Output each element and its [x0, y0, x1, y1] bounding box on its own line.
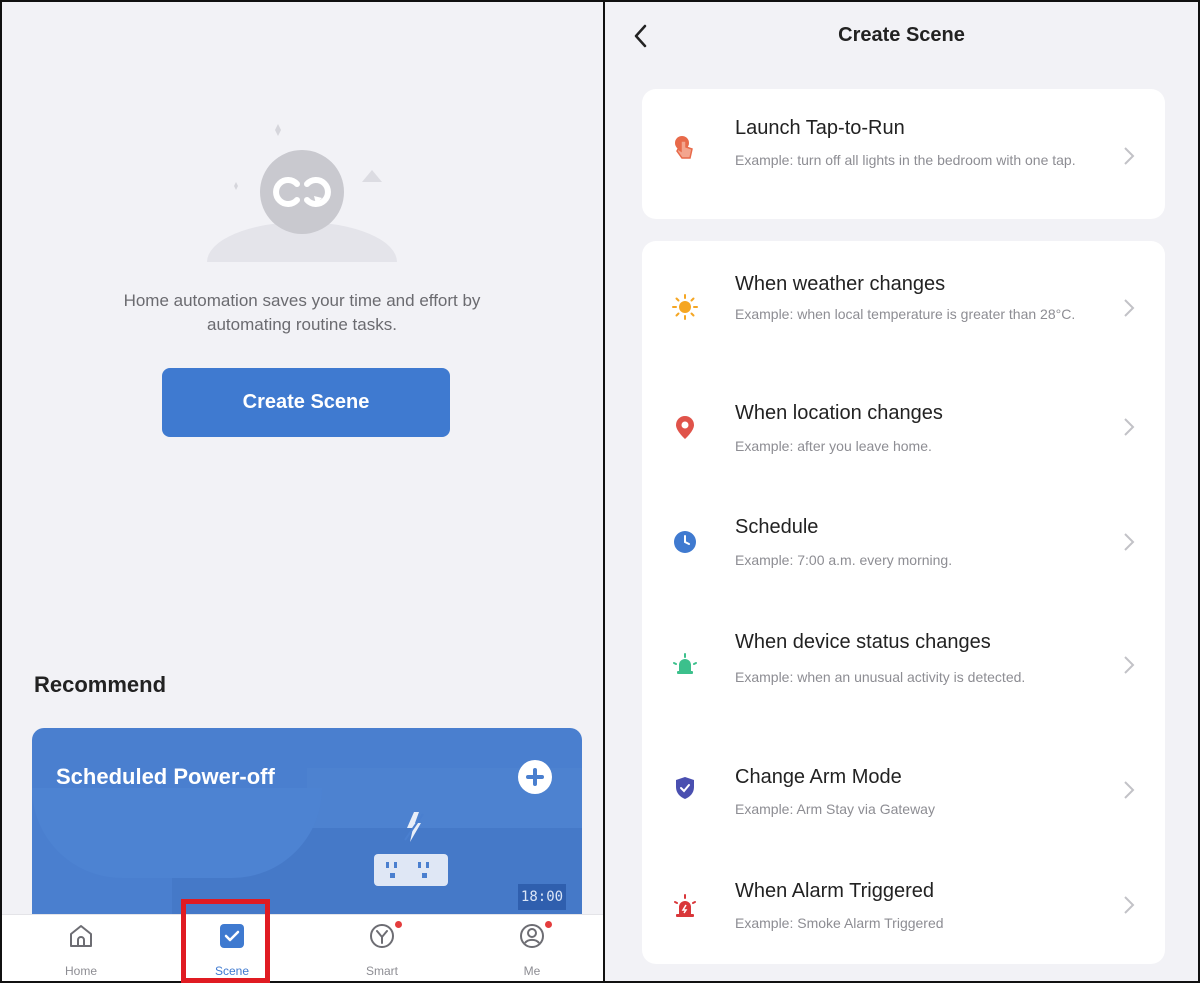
item-title: When device status changes [735, 631, 991, 653]
item-title: Schedule [735, 516, 819, 538]
item-title: Change Arm Mode [735, 766, 902, 788]
tab-home[interactable]: Home [26, 915, 136, 981]
list-item-tap-to-run[interactable]: Launch Tap-to-Run Example: turn off all … [642, 89, 1165, 219]
empty-state-line-1: Home automation saves your time and effo… [123, 291, 481, 310]
recommend-title: Recommend [34, 672, 167, 697]
recommend-card[interactable]: Scheduled Power-off 18:00 [32, 728, 582, 928]
notification-dot [544, 920, 553, 929]
alarm-icon [674, 894, 696, 917]
recommend-card-title: Scheduled Power-off [56, 764, 275, 789]
bottom-tab-bar: Home Scene Smart Me [2, 914, 603, 981]
card-decoration [32, 788, 322, 878]
power-bolt-icon [404, 812, 424, 842]
chevron-right-icon [1124, 656, 1135, 674]
scene-illustration-icon [207, 124, 397, 262]
item-description: Example: when local temperature is great… [735, 306, 1076, 322]
item-description: Example: after you leave home. [735, 438, 932, 454]
tap-hand-icon [675, 136, 693, 159]
item-title: Launch Tap-to-Run [735, 117, 905, 139]
location-pin-icon [676, 416, 694, 439]
create-scene-button[interactable]: Create Scene [162, 368, 450, 437]
automation-conditions-group: When weather changes Example: when local… [642, 241, 1165, 964]
list-item-schedule[interactable]: Schedule Example: 7:00 a.m. every mornin… [642, 476, 1165, 593]
page-title: Create Scene [838, 24, 965, 46]
item-description: Example: when an unusual activity is det… [735, 669, 1026, 685]
list-item-alarm-triggered[interactable]: When Alarm Triggered Example: Smoke Alar… [642, 839, 1165, 964]
tab-me-label: Me [523, 964, 541, 978]
list-item-location[interactable]: When location changes Example: after you… [642, 361, 1165, 476]
chevron-right-icon [1124, 781, 1135, 799]
clock-icon [674, 531, 696, 553]
chevron-right-icon [1124, 299, 1135, 317]
device-bulb-icon [673, 653, 697, 674]
tab-me[interactable]: Me [477, 915, 587, 981]
tab-home-label: Home [64, 964, 97, 978]
item-title: When location changes [735, 402, 943, 424]
item-description: Example: Smoke Alarm Triggered [735, 915, 944, 931]
list-item-weather[interactable]: When weather changes Example: when local… [642, 241, 1165, 361]
scene-tab-highlight [181, 899, 270, 983]
chevron-right-icon [1124, 418, 1135, 436]
smart-icon [370, 924, 394, 948]
profile-icon [520, 924, 544, 948]
empty-state-line-2: automating routine tasks. [207, 315, 397, 334]
tab-smart[interactable]: Smart [327, 915, 437, 981]
chevron-right-icon [1124, 896, 1135, 914]
tab-smart-label: Smart [365, 964, 398, 978]
list-item-arm-mode[interactable]: Change Arm Mode Example: Arm Stay via Ga… [642, 721, 1165, 839]
item-description: Example: 7:00 a.m. every morning. [735, 552, 953, 568]
scene-empty-screen: Home automation saves your time and effo… [2, 2, 603, 981]
item-description: Example: turn off all lights in the bedr… [735, 152, 1076, 168]
power-socket-icon [374, 854, 448, 886]
item-title: When weather changes [735, 273, 946, 295]
sun-icon [672, 294, 698, 320]
create-scene-screen: Create Scene Launch Tap-to-Run Example: … [605, 2, 1198, 981]
item-title: When Alarm Triggered [735, 880, 934, 902]
clock-display: 18:00 [518, 884, 566, 910]
chevron-right-icon [1124, 533, 1135, 551]
empty-state-text: Home automation saves your time and effo… [42, 289, 562, 337]
add-scene-icon[interactable] [518, 760, 552, 794]
home-icon [70, 925, 92, 947]
item-description: Example: Arm Stay via Gateway [735, 801, 935, 817]
notification-dot [394, 920, 403, 929]
shield-icon [676, 777, 694, 799]
chevron-right-icon [1124, 147, 1135, 165]
tap-to-run-group: Launch Tap-to-Run Example: turn off all … [642, 89, 1165, 219]
list-item-device-status[interactable]: When device status changes Example: when… [642, 593, 1165, 721]
